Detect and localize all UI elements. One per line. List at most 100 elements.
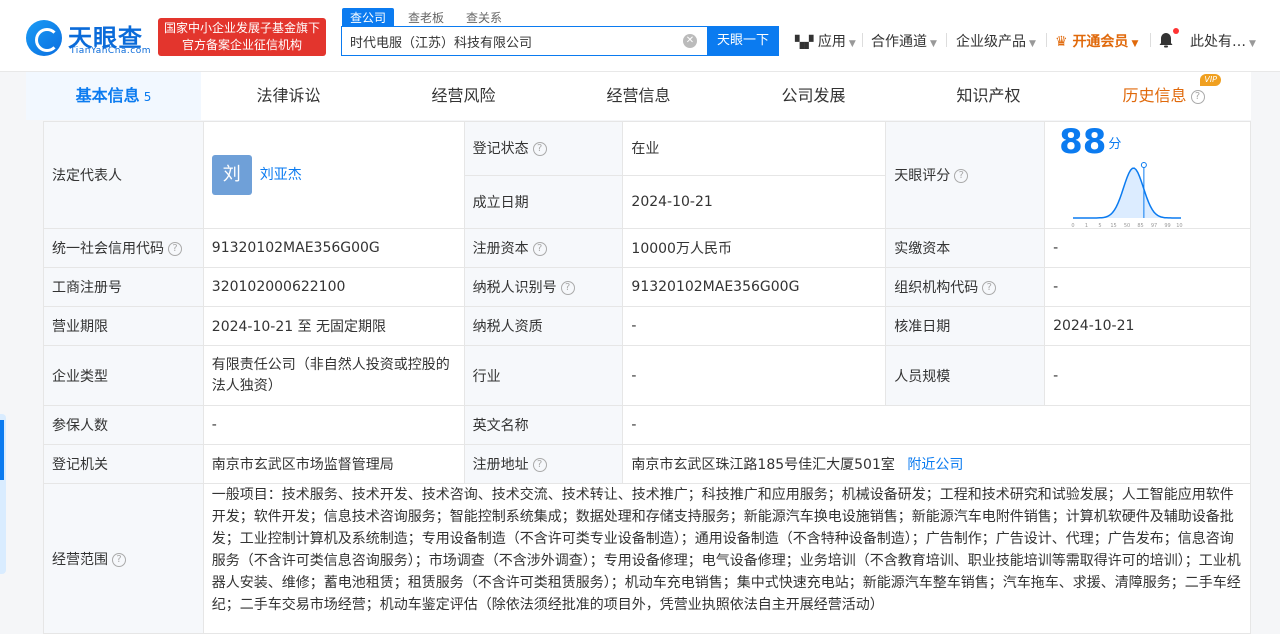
address-cell: 注册地址? <box>463 444 624 484</box>
tab-history[interactable]: 历史信息? VIP <box>1076 72 1251 120</box>
biz-reg-no-label: 工商注册号 <box>43 267 204 307</box>
company-type-value: 有限责任公司（非自然人投资或控股的法人独资） <box>202 345 465 406</box>
score-tick-label: 15 <box>1110 223 1116 228</box>
biz-term-label: 营业期限 <box>43 306 204 346</box>
tianyancha-logo[interactable]: 天眼查 TianYanCha.com <box>26 18 152 58</box>
score-label-cell: 天眼评分? <box>885 121 1046 229</box>
paid-capital-value: - <box>1044 228 1251 268</box>
taxpayer-id-value: 91320102MAE356G00G <box>622 267 887 307</box>
score-tick-label: 1 <box>1085 223 1088 228</box>
legal-rep-link[interactable]: 刘亚杰 <box>260 167 302 183</box>
scope-value: 一般项目：技术服务、技术开发、技术咨询、技术交流、技术转让、技术推广；科技推广和… <box>202 483 1252 634</box>
score-tick-label: 0 <box>1071 223 1074 228</box>
search-button[interactable]: 天眼一下 <box>707 26 779 56</box>
enterprise-label: 企业级产品 <box>956 34 1026 50</box>
caret-down-icon: ▼ <box>1249 39 1256 49</box>
en-name-label: 英文名称 <box>463 405 624 445</box>
approve-date-value: 2024-10-21 <box>1044 306 1251 346</box>
taxpayer-qual-value: - <box>622 306 887 346</box>
caret-down-icon: ▼ <box>1029 39 1036 49</box>
legal-rep-cell: 刘刘亚杰 <box>202 121 465 229</box>
tab-business-risk[interactable]: 经营风险 <box>376 72 551 120</box>
insured-value: - <box>202 405 465 445</box>
authority-label: 登记机关 <box>43 444 204 484</box>
top-header: 天眼查 TianYanCha.com 国家中小企业发展子基金旗下 官方备案企业征… <box>0 0 1280 72</box>
help-icon[interactable]: ? <box>532 142 547 157</box>
basic-info-table: 法定代表人 刘刘亚杰 登记状态? 在业 天眼评分? 88 分 0 1 5 15 50 85 9… <box>43 121 1252 634</box>
staff-size-value: - <box>1044 345 1251 406</box>
insured-label: 参保人数 <box>43 405 204 445</box>
help-icon[interactable]: ? <box>532 242 547 256</box>
score-label: 天眼评分 <box>894 168 951 184</box>
divider <box>1150 33 1151 47</box>
grid-icon: ▚▞ <box>795 35 814 49</box>
divider <box>1046 33 1047 47</box>
curve-area <box>1073 168 1182 218</box>
score-tick-label: 100 <box>1176 223 1183 228</box>
search-tab-relation[interactable]: 查关系 <box>458 8 510 27</box>
address-value: 南京市玄武区珠江路185号佳汇大厦501室 <box>631 457 895 473</box>
help-icon[interactable]: ? <box>560 281 575 295</box>
help-icon[interactable]: ? <box>982 281 997 295</box>
search-type-tabs: 查公司 查老板 查关系 <box>342 8 516 27</box>
help-icon[interactable]: ? <box>532 458 547 472</box>
search-tab-boss[interactable]: 查老板 <box>400 8 452 27</box>
notification-dot <box>1173 28 1179 34</box>
approve-date-label: 核准日期 <box>885 306 1046 346</box>
divider <box>862 33 863 47</box>
help-icon[interactable]: ? <box>1190 89 1205 104</box>
avatar[interactable]: 刘 <box>211 155 252 195</box>
user-menu[interactable]: 此处有… ▼ <box>1190 31 1256 51</box>
search-box: ✕ <box>341 26 707 56</box>
score-distribution-chart: 0151550859799100 <box>1071 162 1186 229</box>
caret-down-icon: ▼ <box>1131 39 1139 49</box>
apps-menu[interactable]: ▚▞ 应用 ▼ <box>795 31 856 51</box>
nearby-companies-link[interactable]: 附近公司 <box>907 457 963 473</box>
industry-label: 行业 <box>463 345 624 406</box>
score-unit: 分 <box>1108 136 1122 152</box>
tab-business-info[interactable]: 经营信息 <box>551 72 726 120</box>
taxpayer-id-cell: 纳税人识别号? <box>463 267 624 307</box>
scope-label: 经营范围 <box>52 551 108 568</box>
industry-value: - <box>622 345 887 406</box>
help-icon[interactable]: ? <box>112 552 126 567</box>
tab-litigation[interactable]: 法律诉讼 <box>201 72 376 120</box>
user-label: 此处有… <box>1190 34 1246 50</box>
authority-value: 南京市玄武区市场监督管理局 <box>202 444 465 484</box>
enterprise-menu[interactable]: 企业级产品 ▼ <box>956 31 1036 51</box>
found-date-value: 2024-10-21 <box>622 174 887 229</box>
search-input[interactable] <box>342 27 662 55</box>
clear-icon[interactable]: ✕ <box>683 34 697 48</box>
credit-code-value: 91320102MAE356G00G <box>202 228 465 268</box>
caret-down-icon: ▼ <box>848 39 856 49</box>
score-tick-label: 50 <box>1124 223 1130 228</box>
bell-icon[interactable] <box>1158 32 1174 48</box>
score-tick-label: 97 <box>1151 223 1157 228</box>
tab-basic-info[interactable]: 基本信息 5 <box>26 72 201 120</box>
vip-menu[interactable]: ♛ 开通会员 ▼ <box>1055 31 1138 51</box>
taxpayer-qual-label: 纳税人资质 <box>463 306 624 346</box>
scope-cell: 经营范围? <box>43 483 204 634</box>
biz-reg-no-value: 320102000622100 <box>202 267 465 307</box>
vip-tag: VIP <box>1200 74 1221 86</box>
score-cell[interactable]: 88分 0151550859799100 <box>1044 121 1251 229</box>
partners-menu[interactable]: 合作通道 ▼ <box>871 31 937 51</box>
logo-eye-icon <box>26 20 62 56</box>
staff-size-label: 人员规模 <box>885 345 1046 406</box>
reg-capital-value: 10000万人民币 <box>622 228 887 268</box>
tab-development[interactable]: 公司发展 <box>726 72 901 120</box>
org-code-cell: 组织机构代码? <box>885 267 1046 307</box>
en-name-value: - <box>622 405 1251 445</box>
score-tick-label: 5 <box>1098 223 1101 228</box>
section-tabs: 基本信息 5 法律诉讼 经营风险 经营信息 公司发展 知识产权 历史信息? VIP <box>26 72 1251 120</box>
help-icon[interactable]: ? <box>954 169 969 183</box>
score-tick-label: 85 <box>1137 223 1143 228</box>
tab-label: 历史信息 <box>1122 86 1187 105</box>
legal-rep-label: 法定代表人 <box>43 121 204 229</box>
credit-code-label: 统一社会信用代码 <box>52 241 164 257</box>
tab-ip[interactable]: 知识产权 <box>901 72 1076 120</box>
reg-status-cell: 登记状态? <box>463 121 624 176</box>
search-tab-company[interactable]: 查公司 <box>342 8 395 27</box>
company-type-label: 企业类型 <box>43 345 204 406</box>
help-icon[interactable]: ? <box>168 242 182 256</box>
